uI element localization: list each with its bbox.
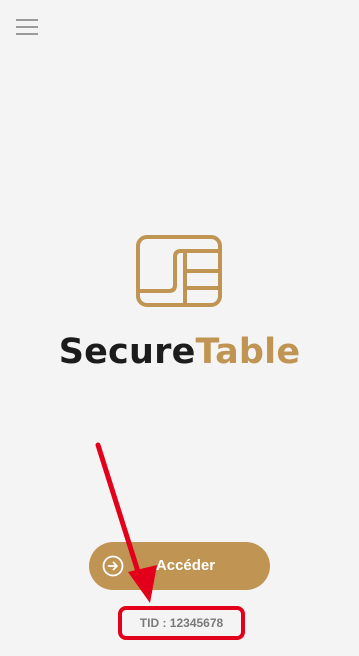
tid-highlight-box: TID : 12345678 [118,606,245,640]
menu-button[interactable] [14,16,40,40]
arrow-right-circle-icon [102,555,124,577]
access-button-label: Accéder [155,557,216,574]
brand-name-part2: Table [195,332,301,372]
brand-name-part1: Secure [58,332,196,372]
hamburger-menu-icon [16,19,38,21]
table-layout-icon [136,235,222,307]
terminal-id-text: TID : 12345678 [139,616,224,630]
access-button[interactable]: Accéder [89,542,270,590]
app-brand-name: SecureTable [0,328,359,376]
